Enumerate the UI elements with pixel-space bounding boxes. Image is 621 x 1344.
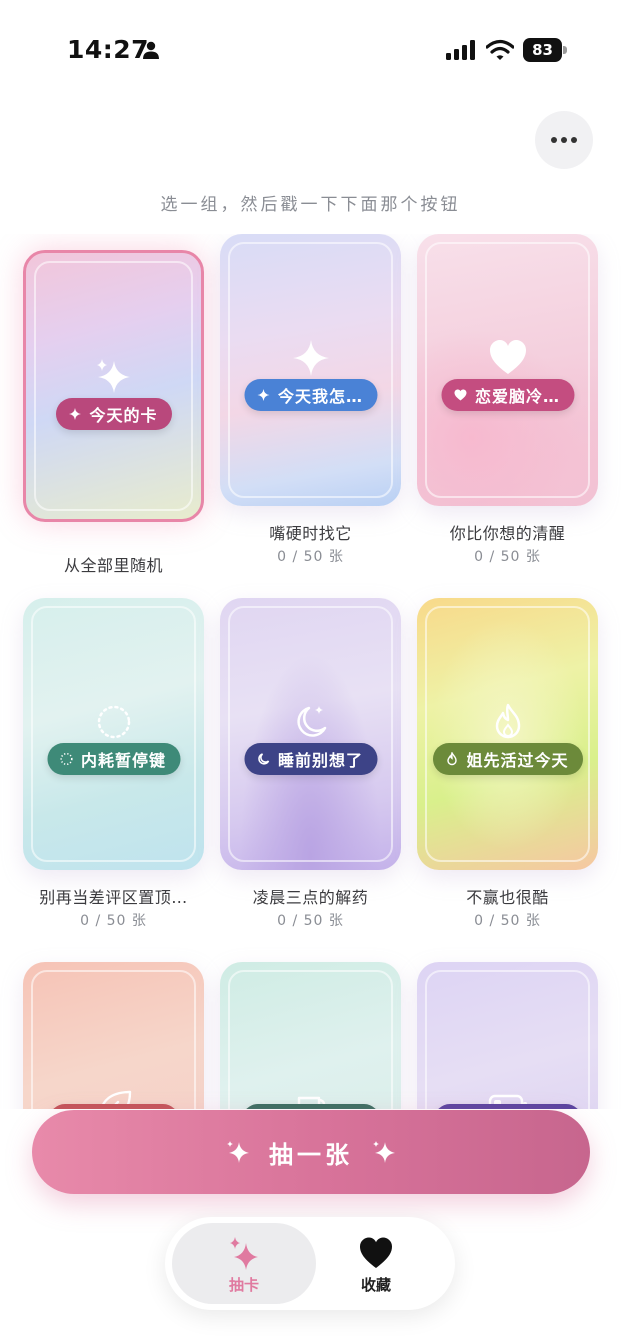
sparkle-icon bbox=[256, 389, 269, 401]
tab-draw[interactable]: 抽卡 bbox=[172, 1223, 316, 1304]
deck-count: 0 / 50 张 bbox=[277, 913, 344, 929]
deck-title: 别再当差评区置顶… bbox=[39, 888, 188, 907]
deck-grid: 今天的卡 从全部里随机 今天我怎… 嘴硬时找它 0 / 50 张 恋爱脑冷… 你… bbox=[0, 234, 621, 1109]
deck-badge: 内耗暂停键 bbox=[46, 743, 181, 775]
deck-badge bbox=[241, 1104, 380, 1109]
flame-icon bbox=[495, 703, 520, 739]
draw-card-button[interactable]: 抽一张 bbox=[32, 1110, 590, 1194]
deck-badge-label: 内耗暂停键 bbox=[80, 751, 167, 770]
deck-badge: 姐先活过今天 bbox=[432, 743, 583, 775]
moon-icon bbox=[296, 706, 326, 737]
sparkle-icon bbox=[68, 408, 81, 420]
status-time: 14:27 bbox=[67, 35, 150, 64]
deck-card-art: 姐先活过今天 bbox=[417, 598, 598, 870]
more-dot-icon bbox=[561, 137, 567, 143]
deck-card-art: 恋爱脑冷… bbox=[417, 234, 598, 506]
dotted-circle-icon bbox=[97, 705, 130, 739]
instruction-hint: 选一组，然后戳一下下面那个按钮 bbox=[160, 195, 461, 215]
deck-badge: 睡前别想了 bbox=[243, 743, 378, 775]
more-dot-icon bbox=[551, 137, 557, 143]
sparkle-icon bbox=[292, 340, 329, 376]
moon-icon bbox=[257, 753, 269, 765]
deck-badge: 今天我怎… bbox=[243, 379, 378, 411]
sparkle-icon bbox=[230, 1237, 258, 1270]
deck-title: 从全部里随机 bbox=[63, 556, 163, 575]
wifi-icon bbox=[486, 39, 514, 60]
deck-count: 0 / 50 张 bbox=[80, 913, 147, 929]
deck-badge bbox=[48, 1104, 179, 1109]
deck-title: 凌晨三点的解药 bbox=[252, 888, 369, 907]
status-bar: 14:27 83 bbox=[0, 0, 621, 100]
deck-title: 不赢也很酷 bbox=[466, 888, 549, 907]
deck-count: 0 / 50 张 bbox=[474, 549, 541, 565]
flame-icon bbox=[446, 752, 457, 766]
deck-card-art bbox=[23, 962, 204, 1109]
tab-draw-label: 抽卡 bbox=[228, 1276, 259, 1294]
deck-badge-label: 姐先活过今天 bbox=[466, 751, 569, 770]
battery-icon: 83 bbox=[523, 38, 567, 62]
battery-level: 83 bbox=[523, 38, 562, 62]
deck-badge: 恋爱脑冷… bbox=[440, 379, 575, 411]
person-icon bbox=[143, 41, 159, 59]
deck-count: 0 / 50 张 bbox=[474, 913, 541, 929]
deck-card-art bbox=[220, 962, 401, 1109]
deck-badge-label: 恋爱脑冷… bbox=[474, 387, 561, 406]
heart-icon bbox=[360, 1237, 392, 1268]
heart-icon bbox=[453, 389, 466, 401]
tab-favorites[interactable]: 收藏 bbox=[304, 1223, 448, 1304]
deck-title: 你比你想的清醒 bbox=[449, 524, 566, 543]
more-options-button[interactable] bbox=[535, 111, 593, 169]
deck-badge: 今天的卡 bbox=[55, 398, 172, 430]
deck-card-art: 内耗暂停键 bbox=[23, 598, 204, 870]
deck-card-art: 今天的卡 bbox=[23, 250, 204, 522]
deck-badge-label: 今天我怎… bbox=[277, 387, 364, 406]
more-dot-icon bbox=[571, 137, 577, 143]
dotted-circle-icon bbox=[59, 752, 73, 766]
sparkle-icon bbox=[373, 1141, 395, 1163]
bottom-tab-bar: 抽卡 收藏 bbox=[165, 1217, 455, 1310]
tab-favorites-label: 收藏 bbox=[360, 1276, 391, 1294]
deck-card-art: 今天我怎… bbox=[220, 234, 401, 506]
deck-card-art: 睡前别想了 bbox=[220, 598, 401, 870]
signal-icon bbox=[446, 40, 475, 60]
deck-badge-label: 今天的卡 bbox=[89, 406, 158, 425]
deck-count: 0 / 50 张 bbox=[277, 549, 344, 565]
draw-card-label: 抽一张 bbox=[269, 1140, 353, 1169]
heart-icon bbox=[489, 340, 526, 374]
deck-title: 嘴硬时找它 bbox=[269, 524, 352, 543]
sparkle-icon bbox=[96, 359, 130, 393]
deck-badge bbox=[433, 1104, 582, 1109]
sparkle-icon bbox=[227, 1141, 249, 1163]
deck-card-art bbox=[417, 962, 598, 1109]
deck-badge-label: 睡前别想了 bbox=[277, 751, 364, 770]
